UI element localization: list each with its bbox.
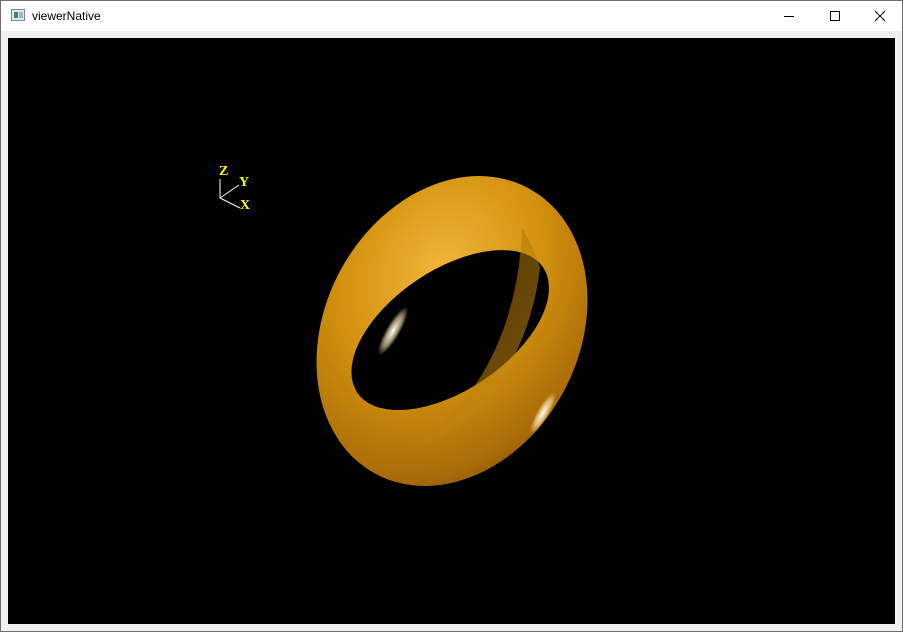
z-axis-label: Z: [219, 164, 228, 179]
viewport-canvas[interactable]: Z Y X: [8, 38, 895, 624]
maximize-icon: [830, 11, 840, 21]
minimize-button[interactable]: [766, 1, 812, 31]
y-axis-label: Y: [239, 175, 249, 190]
axis-triad: Z Y X: [219, 164, 250, 213]
minimize-icon: [784, 16, 794, 17]
app-window-icon[interactable]: [11, 9, 25, 21]
3d-viewport[interactable]: Z Y X: [8, 38, 895, 624]
maximize-button[interactable]: [812, 1, 858, 31]
title-bar[interactable]: viewerNative: [1, 1, 902, 31]
close-icon: [874, 10, 886, 22]
x-axis-label: X: [240, 198, 250, 213]
window-title: viewerNative: [32, 9, 101, 23]
y-axis-line: [219, 184, 240, 199]
x-axis-line: [219, 197, 241, 209]
close-button[interactable]: [857, 1, 903, 31]
torus-model[interactable]: [264, 128, 640, 533]
